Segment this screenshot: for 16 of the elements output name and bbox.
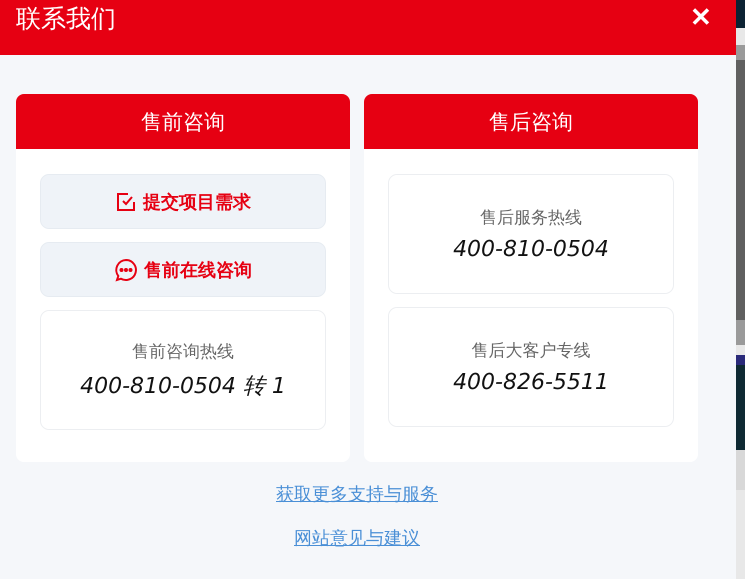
panel-title: 售前咨询 [141,108,225,136]
phone-number: 400-810-0504 [453,237,609,262]
close-button[interactable]: ✕ [690,2,712,33]
support-link[interactable]: 获取更多支持与服务 [276,482,438,506]
checkbox-icon [115,190,137,212]
phone-number: 400-810-0504 转 1 [80,372,286,400]
support-link[interactable]: 网站意见与建议 [294,526,420,550]
chat-icon [114,258,138,282]
action-button[interactable]: 售前在线咨询 [40,242,326,297]
panel-title: 售后咨询 [489,108,573,136]
hotline-label: 售后服务热线 [480,207,582,229]
hotline-label: 售前咨询热线 [132,340,234,362]
hotline-label: 售后大客户专线 [472,340,590,362]
action-button[interactable]: 提交项目需求 [40,174,326,229]
dialog-title: 联系我们 [16,3,116,35]
phone-number: 400-826-5511 [453,370,609,395]
